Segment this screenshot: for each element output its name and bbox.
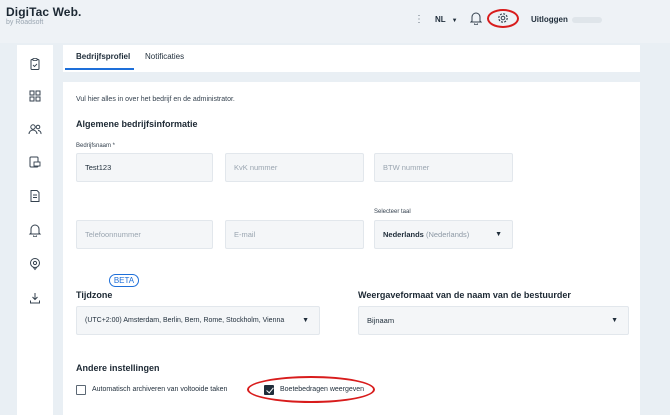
driver-name-format-select[interactable]: Bijnaam ▼ — [358, 306, 629, 335]
caret-down-icon: ▼ — [451, 18, 458, 24]
language-select[interactable]: Nederlands (Nederlands) ▼ — [374, 220, 513, 249]
language-selector[interactable]: NL ▼ — [435, 15, 458, 24]
auto-archive-checkbox[interactable] — [76, 385, 86, 395]
sidebar — [17, 45, 53, 415]
kvk-number-input[interactable]: KvK nummer — [225, 153, 364, 182]
caret-down-icon: ▼ — [495, 231, 502, 238]
settings-highlight-annotation — [487, 9, 519, 28]
phone-input[interactable]: Telefoonnummer — [76, 220, 213, 249]
email-input[interactable]: E-mail — [225, 220, 364, 249]
company-name-input[interactable]: Test123 — [76, 153, 213, 182]
app-subtitle: by Roadsoft — [6, 19, 44, 26]
top-bar: DigiTac Web. by Roadsoft ⋮ NL ▼ Uitloggen — [0, 0, 670, 43]
download-icon[interactable] — [28, 291, 42, 305]
company-name-label: Bedrijfsnaam * — [76, 143, 116, 149]
driver-name-format-title: Weergaveformaat van de naam van de bestu… — [358, 290, 571, 300]
more-menu-icon[interactable]: ⋮ — [414, 14, 424, 25]
logout-button[interactable]: Uitloggen — [531, 15, 602, 24]
language-select-label: Selecteer taal — [374, 209, 411, 215]
app-logo[interactable]: DigiTac Web. by Roadsoft — [6, 5, 81, 26]
truck-document-icon[interactable] — [28, 155, 42, 169]
dashboard-grid-icon[interactable] — [28, 89, 42, 103]
fines-highlight-annotation — [247, 376, 375, 403]
tab-bedrijfsprofiel[interactable]: Bedrijfsprofiel — [76, 52, 130, 61]
user-name-redacted — [571, 16, 602, 23]
btw-number-input[interactable]: BTW nummer — [374, 153, 513, 182]
app-title: DigiTac Web. — [6, 5, 82, 19]
tab-bar: Bedrijfsprofiel Notificaties — [63, 45, 640, 72]
timezone-select[interactable]: (UTC+2:00) Amsterdam, Berlin, Bern, Rome… — [76, 306, 320, 335]
active-tab-indicator — [65, 68, 134, 70]
auto-archive-label[interactable]: Automatisch archiveren van voltooide tak… — [92, 386, 227, 393]
other-settings-title: Andere instellingen — [76, 363, 160, 373]
timezone-value: (UTC+2:00) Amsterdam, Berlin, Bern, Rome… — [85, 317, 285, 324]
driver-name-format-value: Bijnaam — [367, 316, 395, 325]
company-info-title: Algemene bedrijfsinformatie — [76, 119, 198, 129]
clipboard-icon[interactable] — [28, 57, 42, 71]
logout-label: Uitloggen — [531, 15, 568, 24]
intro-text: Vul hier alles in over het bedrijf en de… — [76, 96, 235, 103]
language-value: Nederlands — [383, 230, 424, 239]
caret-down-icon: ▼ — [302, 317, 309, 324]
document-icon[interactable] — [28, 189, 42, 203]
language-code: NL — [435, 15, 446, 24]
users-icon[interactable] — [28, 122, 42, 136]
timezone-title: Tijdzone — [76, 290, 113, 300]
tab-notificaties[interactable]: Notificaties — [145, 52, 184, 61]
notifications-bell-icon[interactable] — [470, 11, 482, 25]
bell-icon[interactable] — [28, 223, 42, 237]
caret-down-icon: ▼ — [611, 317, 618, 324]
beta-badge: BETA — [109, 274, 139, 287]
location-pin-icon[interactable] — [28, 257, 42, 271]
language-native: (Nederlands) — [425, 230, 470, 239]
